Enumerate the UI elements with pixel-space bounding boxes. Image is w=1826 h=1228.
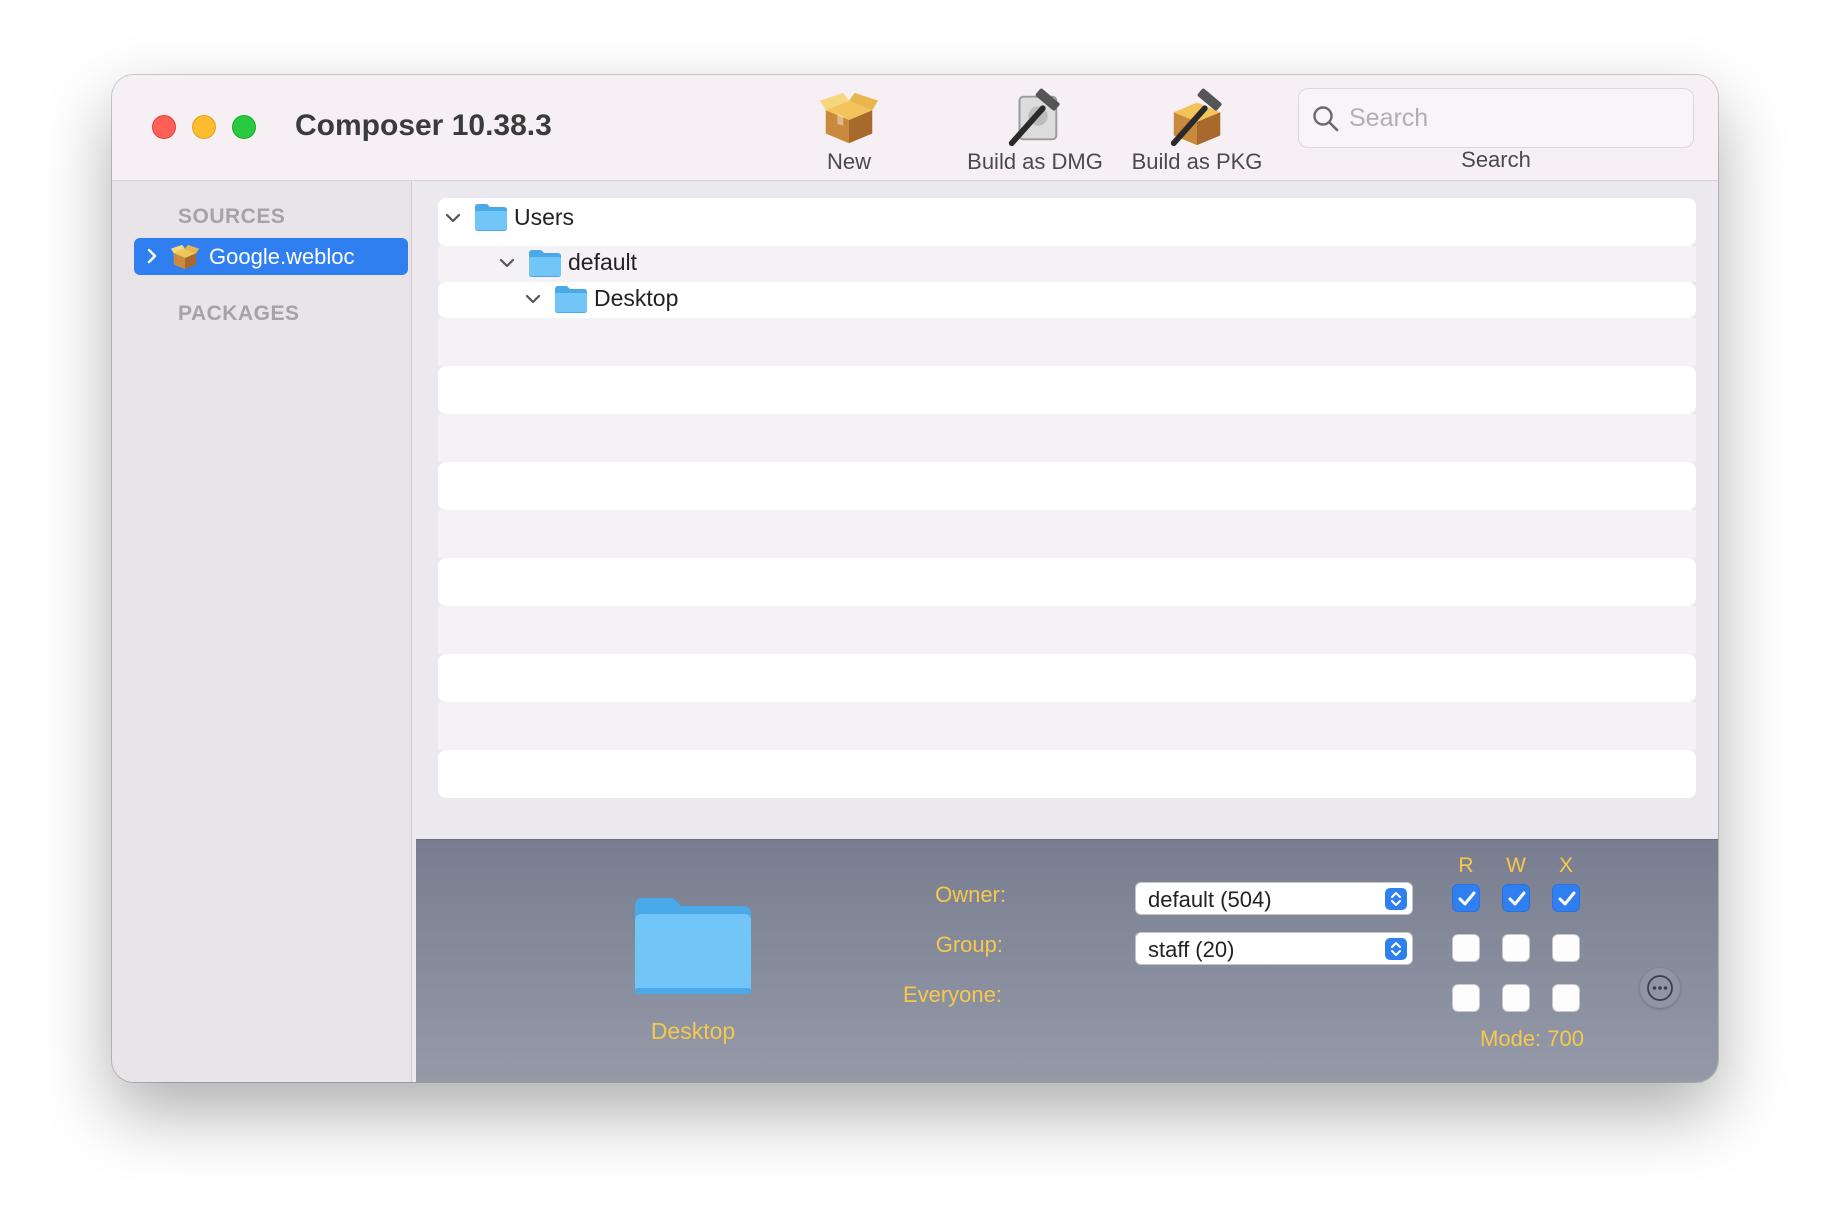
- folder-icon: [529, 250, 561, 277]
- build-as-pkg-button[interactable]: Build as PKG: [1112, 87, 1282, 175]
- package-icon: [170, 244, 200, 270]
- tree-row-empty: [438, 654, 1696, 702]
- info-panel: Desktop Owner: Group: Everyone: default …: [416, 839, 1718, 1082]
- tree-row-empty: [438, 318, 1696, 366]
- updown-chevron-icon: [1385, 888, 1407, 910]
- tree-item-label: Users: [514, 204, 575, 230]
- owner-read-checkbox[interactable]: [1452, 884, 1480, 912]
- hammer-package-icon: [1170, 88, 1222, 147]
- new-button[interactable]: New: [792, 87, 906, 175]
- checkmark-icon: [1558, 891, 1576, 906]
- search-input[interactable]: [1349, 97, 1679, 139]
- toolbar: Composer 10.38.3 New Build as DMG Build …: [112, 75, 1718, 181]
- zoom-button[interactable]: [232, 115, 256, 139]
- read-header: R: [1458, 854, 1474, 877]
- tree-row-default[interactable]: default: [438, 246, 1696, 282]
- sidebar: SOURCES Google.webloc PACKAGES: [112, 181, 412, 1082]
- tree-row-empty: [438, 558, 1696, 606]
- composer-window: Composer 10.38.3 New Build as DMG Build …: [112, 75, 1718, 1082]
- minimize-button[interactable]: [192, 115, 216, 139]
- tree-row-empty: [438, 366, 1696, 414]
- owner-execute-checkbox[interactable]: [1552, 884, 1580, 912]
- file-tree: Users default Desktop: [416, 181, 1718, 839]
- chevron-down-icon[interactable]: [498, 254, 516, 272]
- group-read-checkbox[interactable]: [1452, 934, 1480, 962]
- group-label: Group:: [935, 932, 1003, 957]
- checkmark-icon: [1508, 891, 1526, 906]
- close-button[interactable]: [152, 115, 176, 139]
- window-title: Composer 10.38.3: [295, 109, 552, 142]
- chevron-down-icon[interactable]: [444, 209, 462, 227]
- everyone-write-checkbox[interactable]: [1502, 984, 1530, 1012]
- sidebar-item-label: Google.webloc: [209, 244, 355, 269]
- search-icon: [1313, 106, 1339, 132]
- mode-value: Mode: 700: [1480, 1026, 1584, 1051]
- tree-row-empty: [438, 606, 1696, 654]
- owner-label: Owner:: [935, 882, 1006, 907]
- everyone-execute-checkbox[interactable]: [1552, 984, 1580, 1012]
- group-write-checkbox[interactable]: [1502, 934, 1530, 962]
- group-execute-checkbox[interactable]: [1552, 934, 1580, 962]
- tree-row-empty: [438, 510, 1696, 558]
- tree-item-label: default: [568, 249, 638, 275]
- tree-item-label: Desktop: [594, 285, 679, 311]
- write-header: W: [1506, 854, 1526, 877]
- checkmark-icon: [1458, 891, 1476, 906]
- owner-value: default (504): [1148, 887, 1272, 912]
- group-select[interactable]: staff (20): [1135, 932, 1413, 965]
- tree-row-empty: [438, 702, 1696, 750]
- build-as-pkg-label: Build as PKG: [1131, 149, 1263, 174]
- group-value: staff (20): [1148, 937, 1235, 962]
- tree-row-empty: [438, 462, 1696, 510]
- selected-item-name: Desktop: [650, 1018, 736, 1044]
- chevron-right-icon[interactable]: [144, 248, 160, 264]
- packages-header: PACKAGES: [178, 302, 300, 325]
- tree-row-users[interactable]: Users: [438, 198, 1696, 246]
- sidebar-item-google-webloc[interactable]: Google.webloc: [134, 238, 408, 275]
- everyone-read-checkbox[interactable]: [1452, 984, 1480, 1012]
- hammer-disk-icon: [1008, 88, 1060, 147]
- folder-icon: [635, 898, 751, 994]
- tree-row-empty: [438, 750, 1696, 798]
- ellipsis-icon: [1647, 975, 1673, 1001]
- owner-select[interactable]: default (504): [1135, 882, 1413, 915]
- owner-write-checkbox[interactable]: [1502, 884, 1530, 912]
- search-field[interactable]: [1298, 88, 1694, 148]
- folder-icon: [555, 286, 587, 313]
- search-caption: Search: [1461, 147, 1531, 172]
- more-options-button[interactable]: [1640, 968, 1680, 1008]
- folder-icon: [475, 204, 507, 231]
- tree-row-desktop[interactable]: Desktop: [438, 282, 1696, 318]
- tree-row-empty: [438, 414, 1696, 462]
- updown-chevron-icon: [1385, 938, 1407, 960]
- new-label: New: [826, 149, 871, 174]
- execute-header: X: [1558, 854, 1573, 877]
- package-icon: [819, 92, 879, 144]
- chevron-down-icon[interactable]: [524, 290, 542, 308]
- everyone-label: Everyone:: [902, 982, 1002, 1007]
- build-as-dmg-label: Build as DMG: [967, 149, 1103, 174]
- sources-header: SOURCES: [178, 205, 286, 228]
- build-as-dmg-button[interactable]: Build as DMG: [940, 87, 1130, 175]
